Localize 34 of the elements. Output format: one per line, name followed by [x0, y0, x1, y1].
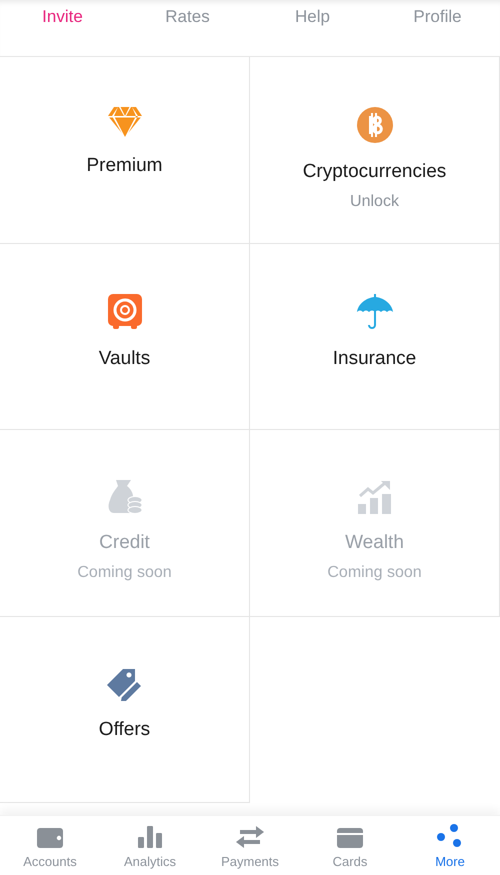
feature-tile[interactable]: Premium: [0, 57, 250, 244]
dots-icon: [437, 824, 463, 848]
feature-tile[interactable]: Offers: [0, 616, 250, 803]
tile-title: Credit: [99, 532, 150, 555]
money-bag-icon: [108, 480, 142, 514]
tab[interactable]: Help: [250, 0, 375, 30]
tile-title: Premium: [86, 155, 162, 178]
tile-title: Vaults: [98, 348, 150, 370]
tag-pencil-icon: [106, 666, 142, 700]
tile-title: Offers: [98, 718, 150, 742]
tile-subtitle: Coming soon: [77, 562, 172, 583]
tile-subtitle: Unlock: [350, 192, 399, 212]
nav-tab[interactable]: Payments: [200, 816, 300, 875]
umbrella-icon: [356, 294, 392, 330]
growth-chart-icon: [358, 480, 392, 514]
tab[interactable]: Invite: [0, 0, 125, 30]
nav-tab[interactable]: Accounts: [0, 816, 100, 875]
feature-tile[interactable]: Vaults: [0, 244, 250, 430]
nav-tab[interactable]: Analytics: [100, 816, 200, 875]
tab[interactable]: Rates: [125, 0, 250, 30]
tab[interactable]: Profile: [375, 0, 500, 30]
diamond-icon: [108, 107, 142, 137]
tile-title: Wealth: [345, 532, 404, 555]
tile-title: Insurance: [332, 348, 416, 370]
feature-tile[interactable]: Insurance: [250, 244, 500, 430]
nav-tab[interactable]: Cards: [300, 816, 400, 875]
tile-subtitle: Coming soon: [327, 562, 422, 583]
safe-icon: [108, 294, 142, 330]
feature-tile[interactable]: Cryptocurrencies Unlock: [250, 57, 500, 244]
nav-tab[interactable]: More: [400, 816, 500, 875]
transfer-arrows-icon: [236, 824, 264, 848]
tile-title: Cryptocurrencies: [302, 161, 446, 184]
bitcoin-icon: [356, 107, 392, 143]
bar-chart-icon: [138, 824, 162, 848]
